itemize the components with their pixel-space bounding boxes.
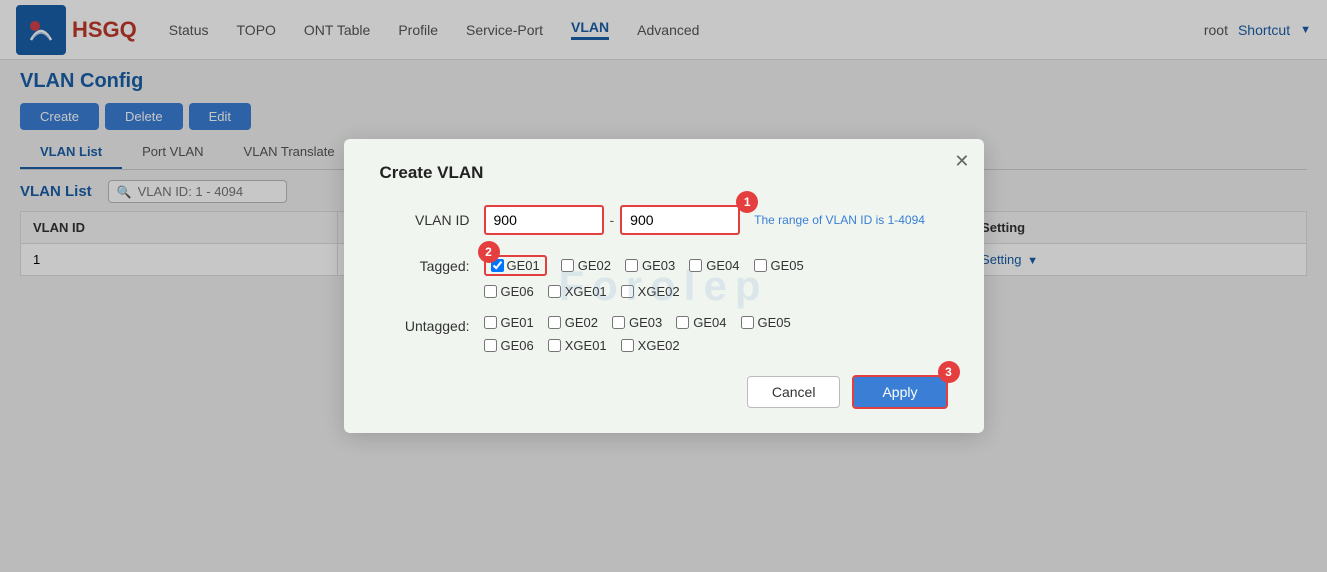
tagged-xge02-checkbox[interactable] (621, 285, 634, 298)
tagged-ge04-checkbox[interactable] (689, 259, 702, 272)
untagged-xge01-item: XGE01 (548, 338, 607, 353)
vlan-id-dash: - (610, 212, 615, 228)
cancel-button[interactable]: Cancel (747, 376, 841, 408)
modal-close-button[interactable]: ✕ (954, 151, 969, 172)
tagged-ge02-item: GE02 (561, 258, 611, 273)
vlan-id-to[interactable] (620, 205, 740, 235)
untagged-ge02-item: GE02 (548, 315, 598, 330)
untagged-ge01-item: GE01 (484, 315, 534, 330)
modal-overlay: Forolep ✕ Create VLAN VLAN ID 1 - The ra… (0, 0, 1327, 572)
vlan-id-hint: The range of VLAN ID is 1-4094 (754, 213, 925, 227)
untagged-ge04-item: GE04 (676, 315, 726, 330)
annotation-badge-1: 1 (736, 191, 758, 213)
untagged-ge05-item: GE05 (741, 315, 791, 330)
tagged-ge05-checkbox[interactable] (754, 259, 767, 272)
untagged-ge06-item: GE06 (484, 338, 534, 353)
tagged-ge06-checkbox[interactable] (484, 285, 497, 298)
tagged-ge03-checkbox[interactable] (625, 259, 638, 272)
annotation-badge-3: 3 (938, 361, 960, 383)
vlan-id-from[interactable] (484, 205, 604, 235)
annotation-badge-2: 2 (478, 241, 500, 263)
tagged-ge01-label: GE01 (507, 258, 540, 273)
untagged-row: Untagged: GE01 GE02 GE03 (380, 315, 948, 353)
tagged-ge04-item: GE04 (689, 258, 739, 273)
tagged-ge06-item: GE06 (484, 284, 534, 299)
apply-button[interactable]: Apply (852, 375, 947, 409)
modal-title: Create VLAN (380, 163, 948, 183)
untagged-ge05-checkbox[interactable] (741, 316, 754, 329)
untagged-xge02-item: XGE02 (621, 338, 680, 353)
untagged-xge01-checkbox[interactable] (548, 339, 561, 352)
untagged-ge06-checkbox[interactable] (484, 339, 497, 352)
tagged-label: Tagged: (380, 255, 470, 274)
vlan-id-inputs: 1 - (484, 205, 741, 235)
tagged-ge03-item: GE03 (625, 258, 675, 273)
tagged-ge02-checkbox[interactable] (561, 259, 574, 272)
vlan-id-row: VLAN ID 1 - The range of VLAN ID is 1-40… (380, 205, 948, 235)
untagged-ge01-checkbox[interactable] (484, 316, 497, 329)
untagged-ge04-checkbox[interactable] (676, 316, 689, 329)
tagged-xge01-item: XGE01 (548, 284, 607, 299)
tagged-xge02-item: XGE02 (621, 284, 680, 299)
tagged-xge01-checkbox[interactable] (548, 285, 561, 298)
untagged-ge02-checkbox[interactable] (548, 316, 561, 329)
tagged-ge05-item: GE05 (754, 258, 804, 273)
untagged-xge02-checkbox[interactable] (621, 339, 634, 352)
vlan-id-label: VLAN ID (380, 212, 470, 228)
untagged-ports: GE01 GE02 GE03 GE04 (484, 315, 791, 353)
modal-footer: Cancel 3 Apply (380, 375, 948, 409)
modal: Forolep ✕ Create VLAN VLAN ID 1 - The ra… (344, 139, 984, 433)
untagged-ge03-checkbox[interactable] (612, 316, 625, 329)
untagged-label: Untagged: (380, 315, 470, 334)
tagged-ports: 2 GE01 GE02 GE03 (484, 255, 804, 299)
tagged-row: Tagged: 2 GE01 GE02 GE (380, 255, 948, 299)
untagged-ge03-item: GE03 (612, 315, 662, 330)
